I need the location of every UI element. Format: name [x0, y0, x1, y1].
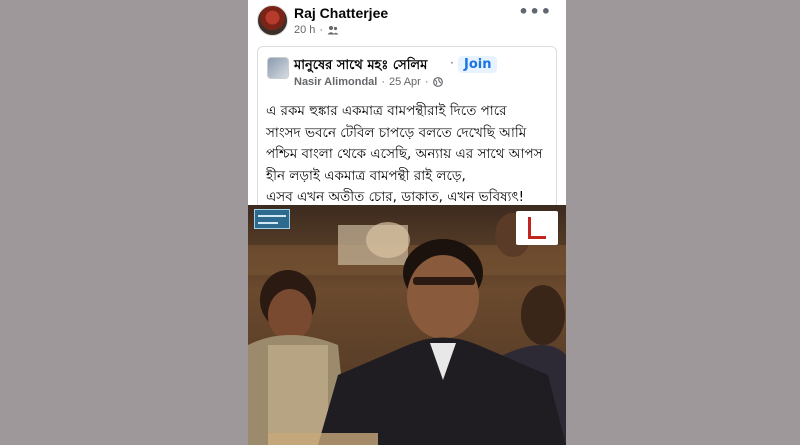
globe-icon	[432, 77, 443, 87]
meta-separator: ·	[424, 76, 429, 88]
facebook-post-card: Raj Chatterjee 20 h · ••• মানুষের সাথে ম…	[248, 0, 566, 445]
group-avatar[interactable]	[267, 57, 289, 79]
author-avatar[interactable]	[257, 5, 288, 36]
shared-post-meta: Nasir Alimondal · 25 Apr ·	[294, 76, 443, 88]
shared-post-date[interactable]: 25 Apr	[389, 76, 421, 88]
meta-separator: ·	[381, 76, 386, 88]
post-text: এ রকম হুঙ্কার একমাত্র বামপন্থীরাই দিতে প…	[266, 101, 556, 209]
group-name[interactable]: মানুষের সাথে মহঃ সেলিম	[294, 56, 427, 77]
join-separator: ·	[450, 56, 454, 70]
post-meta: 20 h ·	[294, 24, 339, 36]
post-text-line: হীন লড়াই একমাত্র বামপন্থী রাই লড়ে,	[266, 167, 466, 184]
channel-badge	[254, 209, 290, 229]
post-time[interactable]: 20 h	[294, 24, 315, 36]
join-button[interactable]: Join	[458, 56, 498, 73]
video-thumbnail[interactable]	[248, 205, 566, 445]
author-name[interactable]: Raj Chatterjee	[294, 5, 388, 21]
channel-logo	[516, 211, 558, 245]
post-text-line: এ রকম হুঙ্কার একমাত্র বামপন্থীরাই দিতে প…	[266, 103, 507, 119]
shared-post-header: মানুষের সাথে মহঃ সেলিম · Join Nasir Alim…	[258, 47, 556, 92]
meta-separator: ·	[319, 24, 324, 36]
video-caption-strip	[268, 433, 378, 445]
post-text-line: সাংসদ ভবনে টেবিল চাপড়ে বলতে দেখেছি আমি	[266, 124, 527, 141]
more-options-icon[interactable]: •••	[518, 2, 552, 21]
post-text-line: পশ্চিম বাংলা থেকে এসেছি, অন্যায় এর সাথে…	[266, 146, 543, 162]
post-header: Raj Chatterjee 20 h · •••	[248, 0, 566, 42]
shared-author-name[interactable]: Nasir Alimondal	[294, 76, 377, 88]
friends-icon	[327, 26, 339, 35]
